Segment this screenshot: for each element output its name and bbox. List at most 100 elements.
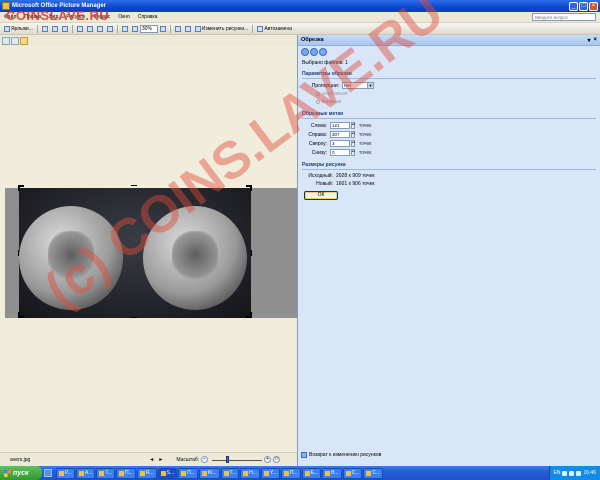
crop-handle-bottom-right[interactable] [246, 312, 252, 318]
tray-icon[interactable] [576, 470, 582, 476]
single-view-button[interactable] [20, 37, 28, 45]
crop-bottom-spinner[interactable]: ▴▾ [351, 149, 355, 156]
taskbar-task-button[interactable]: T... [96, 467, 116, 479]
crop-left-spinner[interactable]: ▴▾ [351, 122, 355, 129]
task-pane-close-icon[interactable]: × [593, 37, 597, 43]
undo-button[interactable] [120, 24, 130, 33]
window-controls: _ □ × [569, 1, 598, 11]
crop-top-input[interactable]: 3 [330, 140, 350, 147]
windows-logo-icon [4, 469, 11, 477]
new-size-label: Новый: [316, 181, 333, 187]
autocorrect-button[interactable]: Автозамена [255, 24, 294, 33]
crop-bottom-units: точек [359, 149, 372, 156]
previous-picture-icon[interactable]: ◂ [150, 456, 153, 463]
crop-top-spinner[interactable]: ▴▾ [351, 140, 355, 147]
tray-icon[interactable] [562, 470, 568, 476]
taskbar-task-button[interactable]: A... [75, 467, 96, 479]
paste-button[interactable] [95, 24, 105, 33]
next-picture-icon[interactable]: ▸ [159, 456, 162, 463]
rotate-right-button[interactable] [183, 24, 193, 33]
taskbar-task-button[interactable]: C... [363, 467, 384, 479]
task-label: B... [331, 470, 339, 476]
zoom-select[interactable]: 30% [139, 24, 158, 33]
task-pane-dropdown-icon[interactable]: ▾ [587, 37, 590, 44]
copy-button[interactable] [85, 24, 95, 33]
task-label: T... [229, 470, 237, 476]
taskbar-task-button[interactable]: Y... [260, 467, 280, 479]
taskbar-task-button[interactable]: B... [322, 467, 342, 479]
delete-button[interactable] [105, 24, 115, 33]
save-button[interactable] [40, 24, 50, 33]
crop-top-row: Сверху: 3 ▴▾ точек [302, 139, 596, 148]
zoom-slider[interactable] [212, 455, 263, 463]
task-app-icon [181, 470, 187, 476]
picture-navigation: ◂ ▸ [150, 456, 162, 463]
taskbar-task-button[interactable]: C... [342, 467, 363, 479]
crop-right-input[interactable]: 307 [330, 131, 350, 138]
quick-launch-icon[interactable] [44, 469, 52, 477]
copy-icon [86, 25, 93, 32]
return-to-edit-label: Возврат к изменению рисунков [309, 452, 382, 458]
menu-help[interactable]: Справка [138, 14, 158, 20]
new-size-row: Новый: 1601 x 906 точек [302, 180, 596, 188]
task-app-icon [243, 470, 249, 476]
crop-right-spinner[interactable]: ▴▾ [351, 131, 355, 138]
taskbar-task-button[interactable]: П... [116, 467, 136, 479]
maximize-button[interactable]: □ [579, 1, 588, 11]
email-button[interactable] [60, 24, 70, 33]
task-app-icon [99, 470, 105, 476]
print-button[interactable] [50, 24, 60, 33]
crop-handle-left[interactable] [18, 250, 19, 256]
taskbar-task-button[interactable]: Ki... [198, 467, 220, 479]
taskbar-task-button[interactable]: П... [280, 467, 301, 479]
crop-handle-top[interactable] [131, 185, 137, 186]
shortcuts-button[interactable]: Ярлыки... [2, 24, 35, 33]
crop-handle-top-left[interactable] [18, 185, 24, 191]
zoom-slider-thumb[interactable] [226, 455, 230, 463]
taskbar-task-button[interactable]: T... [220, 467, 240, 479]
rotate-left-button[interactable] [173, 24, 183, 33]
crop-bottom-row: Снизу: 0 ▴▾ точек [302, 148, 596, 157]
crop-handle-bottom[interactable] [131, 317, 137, 318]
zoom-fit-button[interactable]: □ [273, 456, 281, 463]
task-label: П... [125, 470, 133, 476]
help-search-input[interactable]: Введите вопрос [532, 13, 596, 21]
taskbar: пуск P... A... T... П... R... S... П... Ki... T.… [0, 466, 600, 480]
taskbar-task-button[interactable]: P... [56, 467, 75, 479]
ok-button[interactable]: ОК [304, 191, 338, 200]
taskbar-task-button[interactable]: S... [157, 467, 178, 479]
system-tray: EN 16:46 [548, 466, 600, 480]
crop-handle-bottom-left[interactable] [18, 312, 24, 318]
help-button[interactable] [158, 24, 168, 33]
thumbnail-view-button[interactable] [2, 37, 10, 45]
zoom-in-button[interactable]: + [264, 456, 272, 463]
taskbar-task-button[interactable]: П... [178, 467, 198, 479]
new-size-value: 1601 x 906 точек [336, 181, 375, 187]
return-to-edit-link[interactable]: Возврат к изменению рисунков [301, 452, 381, 458]
taskbar-task-button[interactable]: E... [301, 467, 322, 479]
redo-button[interactable] [130, 24, 140, 33]
zoom-out-button[interactable]: − [201, 456, 209, 463]
original-size-row: Исходный: 2028 x 909 точек [302, 172, 596, 180]
crop-left-input[interactable]: 121 [330, 122, 350, 129]
start-button[interactable]: пуск [0, 466, 42, 480]
back-icon[interactable] [301, 48, 309, 56]
crop-bottom-input[interactable]: 0 [330, 149, 350, 156]
edit-pictures-button[interactable]: Изменить рисунки... [193, 24, 250, 33]
cut-button[interactable] [75, 24, 85, 33]
taskbar-task-button[interactable]: R... [136, 467, 157, 479]
minimize-button[interactable]: _ [569, 1, 578, 11]
language-indicator[interactable]: EN [554, 470, 561, 476]
task-app-icon [119, 470, 125, 476]
taskbar-task-button[interactable]: H... [240, 467, 260, 479]
crop-handle-right[interactable] [251, 250, 252, 256]
close-button[interactable]: × [589, 1, 598, 11]
tray-icon[interactable] [569, 470, 575, 476]
rotate-left-icon [174, 25, 181, 32]
forward-icon[interactable] [310, 48, 318, 56]
filmstrip-view-button[interactable] [11, 37, 19, 45]
menu-window[interactable]: Окно [118, 14, 130, 20]
task-label: R... [145, 470, 154, 476]
task-label: A... [84, 470, 93, 476]
clock: 16:46 [583, 470, 596, 476]
